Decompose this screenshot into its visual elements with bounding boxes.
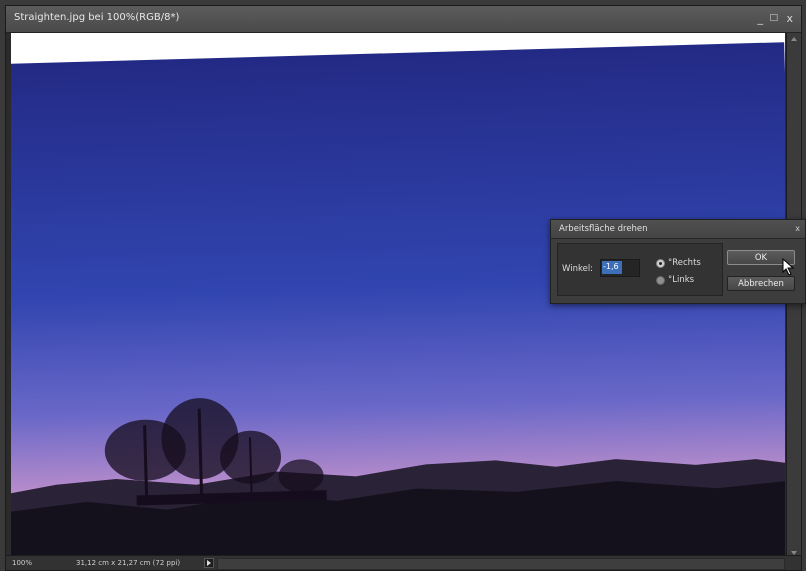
angle-label: Winkel:	[562, 264, 594, 274]
scroll-up-icon[interactable]	[790, 35, 798, 43]
close-button[interactable]: x	[786, 12, 793, 25]
angle-value[interactable]: -1,6	[603, 262, 619, 271]
radio-right-label[interactable]: °Rechts	[668, 258, 701, 268]
document-size: 31,12 cm x 21,27 cm (72 ppi)	[76, 559, 181, 567]
minimize-button[interactable]: _	[758, 12, 764, 25]
rotate-canvas-dialog: Arbeitsfläche drehen x Winkel: -1,6 °Rec…	[550, 219, 806, 304]
dialog-close-icon[interactable]: x	[795, 220, 800, 238]
dialog-title: Arbeitsfläche drehen	[559, 224, 648, 234]
radio-left[interactable]	[656, 276, 665, 285]
window-titlebar[interactable]: Straighten.jpg bei 100%(RGB/8*) _ □ x	[6, 6, 801, 33]
radio-left-label[interactable]: °Links	[668, 275, 694, 285]
dialog-titlebar[interactable]: Arbeitsfläche drehen x	[551, 220, 805, 239]
status-menu-arrow-icon[interactable]	[204, 558, 214, 568]
maximize-button[interactable]: □	[769, 13, 778, 23]
status-bar: 100% 31,12 cm x 21,27 cm (72 ppi)	[6, 555, 801, 570]
zoom-level[interactable]: 100%	[12, 559, 32, 567]
window-title: Straighten.jpg bei 100%(RGB/8*)	[14, 12, 180, 23]
radio-right[interactable]	[656, 259, 665, 268]
cancel-button[interactable]: Abbrechen	[727, 276, 795, 291]
mouse-cursor-icon	[782, 258, 795, 276]
horizontal-scrollbar[interactable]	[217, 558, 785, 570]
angle-panel: Winkel: -1,6 °Rechts °Links	[557, 243, 723, 296]
